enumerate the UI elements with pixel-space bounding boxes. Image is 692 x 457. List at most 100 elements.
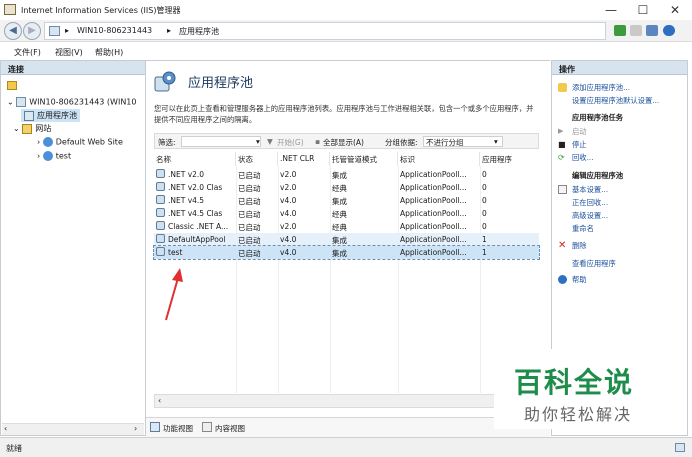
tree-server[interactable]: ⌄ WIN10-806231443 (WIN10: [7, 97, 136, 107]
table-row[interactable]: Classic .NET A... 已启动 v2.0 经典 Applicatio…: [154, 220, 539, 233]
pool-apps: 0: [482, 196, 487, 205]
tree-site-default-label: Default Web Site: [55, 137, 123, 147]
tree-sites[interactable]: ⌄ 网站: [13, 123, 51, 134]
action-stop[interactable]: 停止: [572, 140, 587, 150]
pool-identity: ApplicationPooll...: [400, 209, 467, 218]
network-icon[interactable]: [614, 25, 626, 36]
show-all-icon[interactable]: ▪: [315, 137, 320, 146]
col-header-clr[interactable]: .NET CLR: [278, 152, 330, 166]
menu-view[interactable]: 视图(V): [55, 47, 83, 58]
maximize-button[interactable]: ☐: [628, 2, 658, 18]
scroll-left-icon[interactable]: ‹: [158, 396, 161, 405]
collapse-arrow-icon[interactable]: ⌄: [7, 98, 16, 107]
pool-pipeline: 集成: [332, 236, 347, 245]
col-header-name[interactable]: 名称: [154, 152, 236, 166]
action-view-apps[interactable]: 查看应用程序: [572, 259, 616, 269]
action-recycle[interactable]: 回收...: [572, 153, 594, 163]
action-basic-settings[interactable]: 基本设置...: [572, 185, 608, 195]
col-header-status[interactable]: 状态: [236, 152, 278, 166]
app-pool-icon: [156, 182, 165, 191]
start-filter-button[interactable]: 开始(G): [277, 137, 304, 148]
collapse-arrow-icon[interactable]: ⌄: [13, 124, 22, 133]
col-header-pipeline[interactable]: 托管管道模式: [330, 152, 398, 166]
back-arrow-icon[interactable]: ◀: [4, 22, 22, 40]
breadcrumb-separator: ▸: [167, 26, 172, 35]
help-icon[interactable]: [663, 25, 675, 36]
filter-toolbar: 筛选: ▾ ▼ 开始(G) ▪ 全部显示(A) 分组依据: 不进行分组 ▾: [154, 133, 539, 149]
main-content: 应用程序池 您可以在此页上查看和管理服务器上的应用程序池列表。应用程序池与工作进…: [146, 60, 550, 437]
expand-arrow-icon[interactable]: ›: [37, 152, 43, 161]
app-pool-icon: [156, 247, 165, 256]
content-view-icon: [202, 422, 212, 432]
table-row[interactable]: .NET v2.0 已启动 v2.0 集成 ApplicationPooll..…: [154, 168, 539, 181]
table-row-selected[interactable]: test 已启动 v4.0 集成 ApplicationPooll... 1: [153, 245, 540, 260]
table-row[interactable]: .NET v4.5 已启动 v4.0 集成 ApplicationPooll..…: [154, 194, 539, 207]
pool-pipeline: 集成: [332, 249, 347, 258]
app-pool-icon: [156, 234, 165, 243]
left-hscrollbar[interactable]: ‹ ›: [2, 423, 144, 435]
filter-dropdown-icon[interactable]: ▾: [256, 137, 260, 146]
globe-icon: [42, 151, 53, 161]
col-header-apps[interactable]: 应用程序: [480, 152, 539, 166]
forward-arrow-icon[interactable]: ▶: [23, 22, 41, 40]
filter-input[interactable]: [181, 136, 261, 147]
breadcrumb-server[interactable]: WIN10-806231443: [77, 26, 152, 35]
status-text: 就绪: [6, 444, 22, 453]
action-set-defaults[interactable]: 设置应用程序池默认设置...: [572, 96, 659, 106]
scroll-left-icon[interactable]: ‹: [4, 424, 7, 433]
pool-status: 已启动: [238, 171, 261, 180]
mail-icon[interactable]: [630, 25, 642, 36]
action-add-pool[interactable]: 添加应用程序池...: [572, 83, 630, 93]
pool-clr: v2.0: [280, 222, 297, 231]
group-by-select[interactable]: 不进行分组 ▾: [423, 136, 503, 147]
funnel-icon[interactable]: ▼: [267, 137, 273, 146]
grid-hscrollbar[interactable]: ‹: [154, 394, 539, 408]
tree-app-pools[interactable]: 应用程序池: [21, 109, 80, 122]
menu-file[interactable]: 文件(F): [14, 47, 41, 58]
view-tabs: 功能视图 内容视图: [146, 417, 550, 437]
expand-arrow-icon[interactable]: ›: [37, 138, 43, 147]
tree-site-test[interactable]: › test: [37, 151, 71, 161]
breadcrumb-page[interactable]: 应用程序池: [179, 26, 219, 37]
col-header-identity[interactable]: 标识: [398, 152, 480, 166]
tree-server-label: WIN10-806231443 (WIN10: [29, 97, 137, 107]
pool-status: 已启动: [238, 210, 261, 219]
connections-header: 连接: [1, 61, 145, 75]
pool-apps: 0: [482, 183, 487, 192]
scroll-right-icon[interactable]: ›: [134, 424, 137, 433]
action-recycling[interactable]: 正在回收...: [572, 198, 608, 208]
show-all-button[interactable]: 全部显示(A): [323, 137, 364, 148]
app-pool-grid: 名称 状态 .NET CLR 托管管道模式 标识 应用程序 .NET v2.0 …: [153, 152, 540, 393]
pool-name: .NET v2.0: [168, 170, 205, 179]
action-delete[interactable]: 删除: [572, 241, 587, 251]
breadcrumb[interactable]: ▸ WIN10-806231443 ▸ 应用程序池: [44, 22, 606, 40]
action-advanced-settings[interactable]: 高级设置...: [572, 211, 608, 221]
pool-pipeline: 经典: [332, 210, 347, 219]
table-row[interactable]: .NET v2.0 Clas 已启动 v2.0 经典 ApplicationPo…: [154, 181, 539, 194]
minimize-button[interactable]: —: [596, 2, 626, 18]
address-bar: ◀ ▶ ▸ WIN10-806231443 ▸ 应用程序池: [0, 20, 692, 42]
pool-apps: 0: [482, 222, 487, 231]
tab-features-view[interactable]: 功能视图: [163, 423, 193, 434]
app-pool-icon: [24, 110, 34, 121]
pool-identity: ApplicationPooll...: [400, 183, 467, 192]
table-row[interactable]: DefaultAppPool 已启动 v4.0 集成 ApplicationPo…: [154, 233, 539, 246]
tab-content-view[interactable]: 内容视图: [215, 423, 245, 434]
connect-icon[interactable]: [7, 81, 17, 90]
server-icon: [16, 97, 27, 107]
tree-site-default[interactable]: › Default Web Site: [37, 137, 123, 147]
settings-icon: [558, 185, 567, 194]
action-start[interactable]: 启动: [572, 127, 587, 137]
breadcrumb-separator: ▸: [65, 26, 70, 35]
menu-help[interactable]: 帮助(H): [95, 47, 123, 58]
pool-apps: 1: [482, 235, 487, 244]
iis-app-icon: [4, 4, 16, 15]
action-help[interactable]: 帮助: [572, 275, 587, 285]
delete-icon: ✕: [558, 240, 567, 251]
pool-apps: 1: [482, 248, 487, 257]
table-row[interactable]: .NET v4.5 Clas 已启动 v4.0 经典 ApplicationPo…: [154, 207, 539, 220]
action-rename[interactable]: 重命名: [572, 224, 594, 234]
home-icon[interactable]: [646, 25, 658, 36]
menu-bar: 文件(F) 视图(V) 帮助(H): [0, 43, 692, 59]
close-button[interactable]: ✕: [660, 2, 690, 18]
